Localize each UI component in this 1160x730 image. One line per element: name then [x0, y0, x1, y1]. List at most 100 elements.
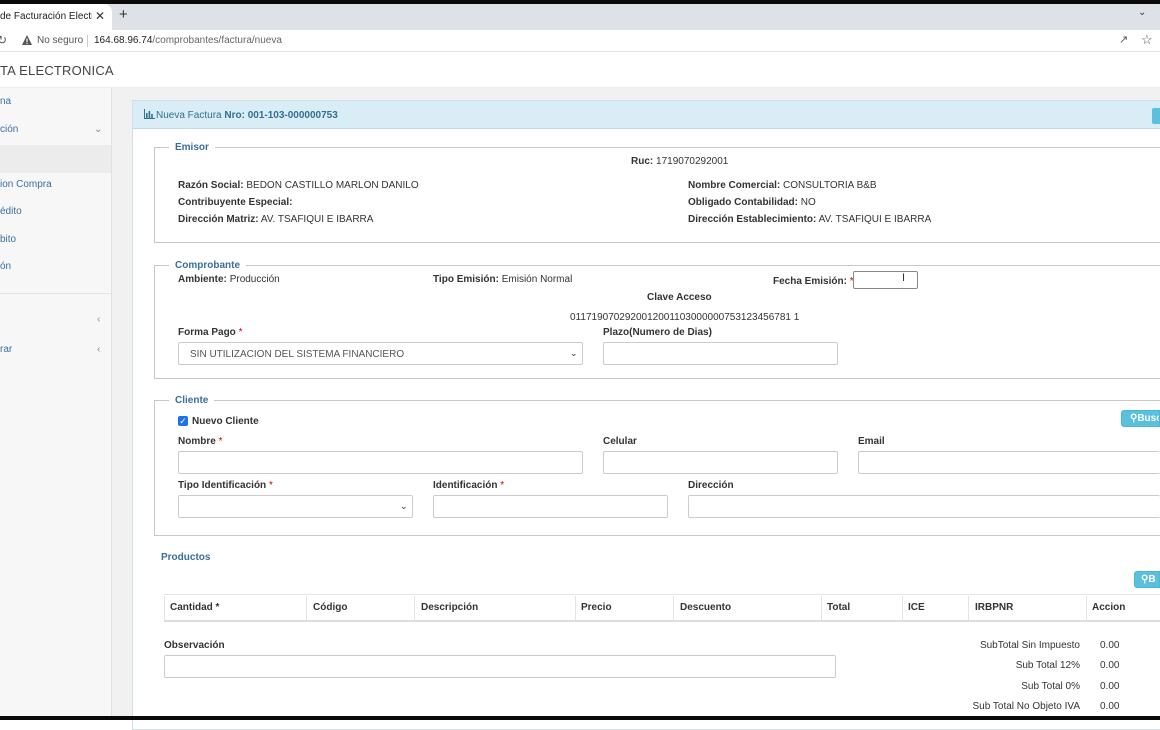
- reload-icon[interactable]: ↻: [0, 33, 7, 47]
- share-icon[interactable]: ↗: [1119, 33, 1128, 46]
- text-cursor-icon: I: [902, 272, 906, 284]
- chevron-down-icon[interactable]: ⌄: [1138, 7, 1146, 18]
- dir-establecimiento-value: AV. TSAFIQUI E IBARRA: [818, 214, 932, 225]
- productos-title: Productos: [161, 552, 210, 563]
- url-field[interactable]: 164.68.96.74/comprobantes/factura/nueva: [94, 35, 282, 46]
- required-mark: *: [500, 480, 505, 491]
- razon-social-value: BEDON CASTILLO MARLON DANILO: [246, 180, 419, 191]
- sidebar-item-label: bito: [0, 234, 17, 245]
- chevron-left-icon: ‹: [97, 344, 101, 355]
- sidebar-item-label: édito: [0, 206, 22, 217]
- direccion-label-text: Dirección: [688, 480, 734, 491]
- sidebar: na ción ⌄ ion Compra édito bito ón ‹ rar ‹: [0, 88, 112, 720]
- nombre-row: Nombre *: [178, 436, 222, 447]
- clave-acceso-label: Clave Acceso: [647, 292, 712, 303]
- title-prefix: Nueva Factura: [156, 110, 222, 121]
- new-tab-icon[interactable]: +: [119, 7, 128, 22]
- fecha-emision-row: Fecha Emisión: *: [773, 276, 854, 287]
- identificacion-row: Identificación *: [433, 480, 504, 491]
- bookmark-star-icon[interactable]: ☆: [1141, 32, 1153, 48]
- fecha-emision-input[interactable]: [853, 271, 918, 289]
- app-title: TA ELECTRONICA: [0, 63, 114, 78]
- column-divider: [968, 596, 969, 620]
- contribuyente-row: Contribuyente Especial:: [178, 197, 292, 208]
- nombre-comercial-label: Nombre Comercial:: [688, 180, 781, 191]
- ambiente-row: Ambiente: Producción: [178, 274, 280, 285]
- tipo-identificacion-row: Tipo Identificación *: [178, 480, 273, 491]
- sidebar-item-6[interactable]: bito: [0, 234, 111, 245]
- warning-icon[interactable]: [21, 34, 33, 46]
- url-host: 164.68.96.74: [94, 35, 153, 46]
- plazo-input[interactable]: [603, 342, 838, 365]
- buscar-cliente-button[interactable]: ⚲Busca: [1121, 410, 1160, 427]
- email-label: Email: [858, 436, 885, 447]
- clave-acceso-value: 0117190702920012001103000000753123456781…: [570, 312, 800, 323]
- forma-pago-label: Forma Pago: [178, 327, 236, 338]
- razon-social-label: Razón Social:: [178, 180, 244, 191]
- column-header-descripcion: Descripción: [421, 602, 479, 613]
- sidebar-item-4[interactable]: ion Compra: [0, 179, 111, 190]
- razon-social-row: Razón Social: BEDON CASTILLO MARLON DANI…: [178, 180, 419, 191]
- obligado-value: NO: [800, 197, 816, 208]
- column-header-descuento: Descuento: [680, 602, 732, 613]
- column-divider: [306, 596, 307, 620]
- browser-tab[interactable]: de Facturación Electrónica ✕: [0, 4, 112, 30]
- subtotal-sin-impuesto-label: SubTotal Sin Impuesto: [979, 640, 1080, 651]
- ambiente-label: Ambiente:: [178, 274, 227, 285]
- email-input[interactable]: [858, 451, 1160, 474]
- panel-action-button[interactable]: [1152, 108, 1160, 124]
- column-divider: [821, 596, 822, 620]
- table-header-border: [164, 620, 1160, 622]
- fecha-emision-label: Fecha Emisión:: [773, 276, 847, 287]
- sidebar-item-7[interactable]: ón: [0, 261, 111, 272]
- identificacion-input[interactable]: [433, 495, 668, 518]
- security-status[interactable]: No seguro: [37, 35, 83, 46]
- sidebar-item-label: rar: [0, 344, 13, 355]
- subtotal-no-objeto-iva-label: Sub Total No Objeto IVA: [972, 701, 1080, 712]
- nuevo-cliente-checkbox[interactable]: ✓: [178, 416, 188, 426]
- column-header-codigo: Código: [313, 602, 348, 613]
- column-header-cantidad: Cantidad *: [170, 602, 220, 613]
- direccion-input[interactable]: [688, 495, 1160, 518]
- obligado-label: Obligado Contabilidad:: [688, 197, 798, 208]
- sidebar-item-5[interactable]: édito: [0, 206, 111, 217]
- tipo-identificacion-select[interactable]: [178, 495, 413, 518]
- celular-input[interactable]: [603, 451, 838, 474]
- chevron-left-icon: ‹: [97, 314, 101, 325]
- app-header: TA ELECTRONICA: [0, 52, 1160, 88]
- sidebar-item-9[interactable]: rar ‹: [0, 344, 111, 355]
- chevron-down-icon: ⌄: [94, 124, 103, 135]
- browser-tab-bar: de Facturación Electrónica ✕ + ⌄: [0, 0, 1160, 30]
- address-bar: ↻ No seguro 164.68.96.74/comprobantes/fa…: [0, 30, 1160, 52]
- page-title: Nueva Factura Nro: 001-103-000000753: [156, 110, 338, 121]
- invoice-number: Nro: 001-103-000000753: [224, 110, 338, 121]
- url-path: /comprobantes/factura/nueva: [152, 35, 282, 46]
- observacion-input[interactable]: [164, 655, 836, 678]
- observacion-label-text: Observación: [164, 640, 225, 651]
- sidebar-item-2[interactable]: ción ⌄: [0, 124, 111, 135]
- nuevo-cliente-label: Nuevo Cliente: [192, 416, 259, 427]
- column-header-precio: Precio: [581, 602, 612, 613]
- sidebar-item-1[interactable]: na: [0, 96, 111, 107]
- nombre-label: Nombre: [178, 436, 216, 447]
- close-tab-icon[interactable]: ✕: [95, 9, 105, 23]
- buscar-producto-button[interactable]: ⚲B: [1134, 571, 1160, 588]
- column-header-irbpnr: IRBPNR: [975, 602, 1014, 613]
- sidebar-item-label: ón: [0, 261, 12, 272]
- column-header-accion: Accion: [1092, 602, 1126, 613]
- tipo-emision-value: Emisión Normal: [501, 274, 573, 285]
- column-divider: [1086, 596, 1087, 620]
- celular-label-text: Celular: [603, 436, 637, 447]
- sidebar-active-item[interactable]: [0, 145, 111, 173]
- plazo-label-text: Plazo(Numero de Dias): [603, 327, 712, 338]
- column-header-ice: ICE: [908, 602, 925, 613]
- subtotal-sin-impuesto-value: 0.00: [1100, 640, 1120, 651]
- tipo-emision-row: Tipo Emisión: Emisión Normal: [433, 274, 572, 285]
- required-mark: *: [268, 480, 273, 491]
- nombre-input[interactable]: [178, 451, 583, 474]
- direccion-matriz-label: Dirección Matriz:: [178, 214, 259, 225]
- column-divider: [902, 596, 903, 620]
- obligado-row: Obligado Contabilidad: NO: [688, 197, 816, 208]
- tab-title: de Facturación Electrónica: [0, 11, 92, 22]
- chevron-down-icon: ⌄: [400, 501, 408, 511]
